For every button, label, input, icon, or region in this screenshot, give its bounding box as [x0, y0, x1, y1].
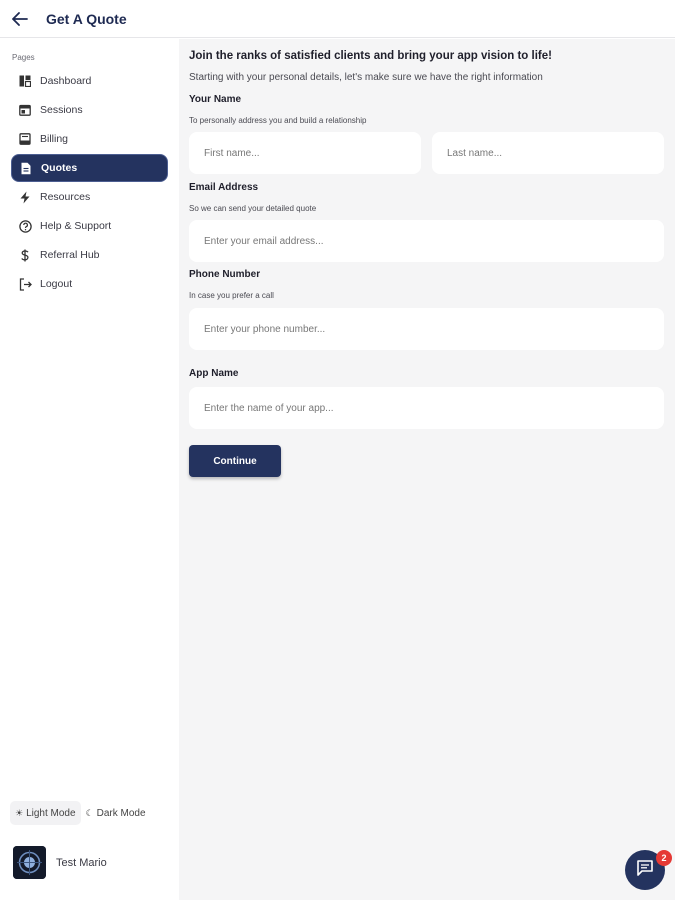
- sidebar: Pages Dashboard Sessions Billing Quotes: [0, 39, 179, 900]
- sidebar-nav: Dashboard Sessions Billing Quotes Resour…: [11, 67, 168, 299]
- dashboard-icon: [18, 74, 32, 88]
- sidebar-item-logout[interactable]: Logout: [11, 270, 168, 298]
- form-headline: Join the ranks of satisfied clients and …: [189, 50, 552, 62]
- document-icon: [19, 161, 33, 175]
- sun-icon: ☀: [15, 807, 24, 818]
- sidebar-item-label: Referral Hub: [40, 249, 100, 261]
- phone-field[interactable]: [189, 308, 664, 350]
- name-label: Your Name: [189, 94, 242, 105]
- sidebar-item-label: Sessions: [40, 104, 83, 116]
- phone-label: Phone Number: [189, 269, 261, 280]
- email-hint: So we can send your detailed quote: [189, 204, 317, 213]
- sidebar-item-quotes[interactable]: Quotes: [11, 154, 168, 182]
- back-arrow-icon[interactable]: [8, 7, 32, 31]
- help-icon: [18, 219, 32, 233]
- page-title: Get A Quote: [46, 10, 127, 27]
- first-name-input[interactable]: [189, 132, 421, 174]
- dark-mode-label: Dark Mode: [96, 807, 146, 819]
- user-profile[interactable]: Test Mario: [13, 846, 107, 879]
- app-name-label: App Name: [189, 368, 239, 379]
- sidebar-item-label: Billing: [40, 133, 69, 145]
- theme-mode-toggle: ☀ Light Mode ☾ Dark Mode: [10, 801, 151, 825]
- phone-hint: In case you prefer a call: [189, 291, 274, 300]
- avatar: [13, 846, 46, 879]
- notification-badge: 2: [656, 850, 672, 866]
- chat-icon: [636, 859, 654, 882]
- light-mode-label: Light Mode: [26, 807, 76, 819]
- sidebar-item-sessions[interactable]: Sessions: [11, 96, 168, 124]
- top-bar: Get A Quote: [0, 0, 675, 38]
- sidebar-item-help-support[interactable]: Help & Support: [11, 212, 168, 240]
- email-field[interactable]: [189, 220, 664, 262]
- sidebar-item-label: Resources: [40, 191, 91, 203]
- user-name: Test Mario: [56, 856, 107, 869]
- email-label: Email Address: [189, 182, 259, 193]
- sidebar-item-resources[interactable]: Resources: [11, 183, 168, 211]
- sidebar-section-label: Pages: [12, 53, 35, 62]
- sidebar-item-billing[interactable]: Billing: [11, 125, 168, 153]
- sidebar-item-dashboard[interactable]: Dashboard: [11, 67, 168, 95]
- receipt-icon: [18, 132, 32, 146]
- sidebar-item-label: Dashboard: [40, 75, 92, 87]
- name-hint: To personally address you and build a re…: [189, 116, 367, 125]
- logout-icon: [18, 277, 32, 291]
- last-name-input[interactable]: [432, 132, 664, 174]
- app-name-field[interactable]: [189, 387, 664, 429]
- light-mode-button[interactable]: ☀ Light Mode: [10, 801, 81, 825]
- lightning-icon: [18, 190, 32, 204]
- dollar-icon: [18, 248, 32, 262]
- moon-icon: ☾: [85, 807, 94, 818]
- main-content: Join the ranks of satisfied clients and …: [179, 39, 675, 900]
- calendar-icon: [18, 103, 32, 117]
- sidebar-item-label: Logout: [40, 278, 73, 290]
- sidebar-item-label: Quotes: [41, 162, 78, 174]
- continue-button[interactable]: Continue: [189, 445, 281, 477]
- sidebar-item-referral-hub[interactable]: Referral Hub: [11, 241, 168, 269]
- form-subheadline: Starting with your personal details, let…: [189, 72, 543, 83]
- sidebar-item-label: Help & Support: [40, 220, 112, 232]
- dark-mode-button[interactable]: ☾ Dark Mode: [81, 801, 151, 825]
